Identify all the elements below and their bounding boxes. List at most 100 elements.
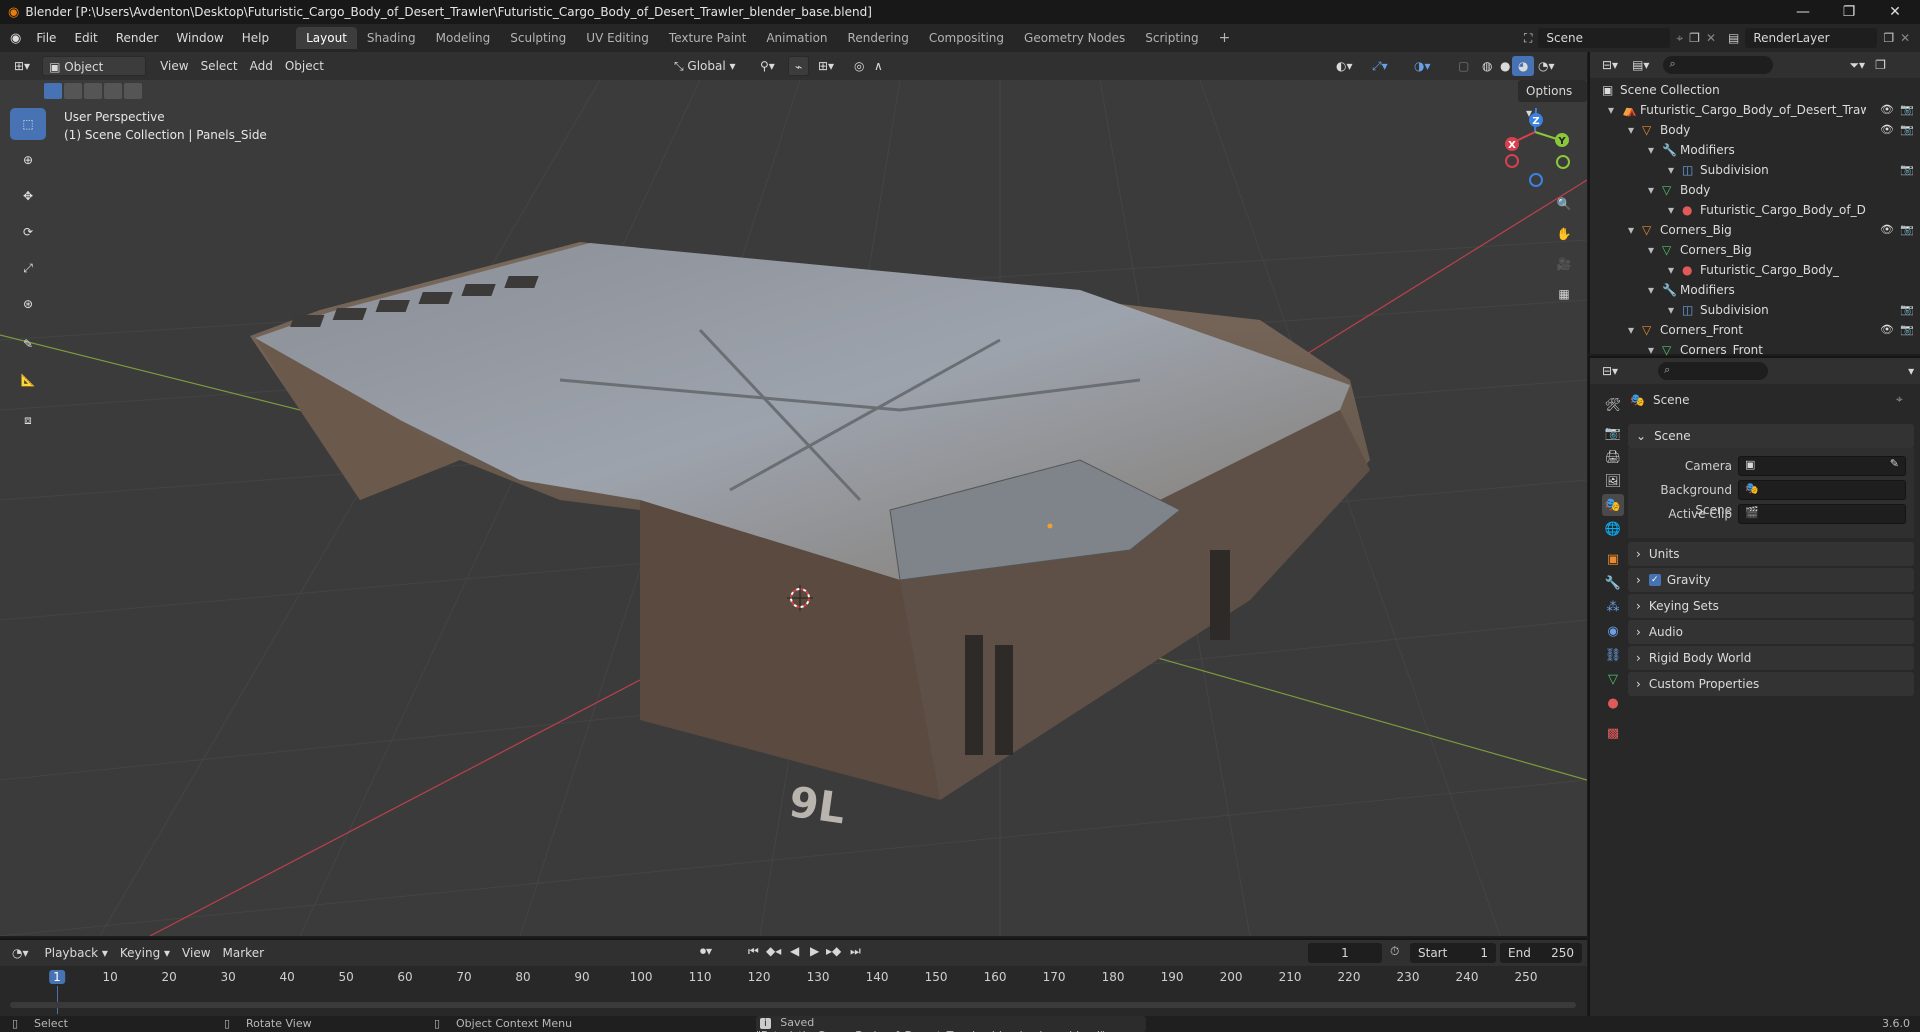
delete-scene-icon[interactable]: ✕ bbox=[1706, 31, 1716, 45]
menu-help[interactable]: Help bbox=[233, 27, 278, 49]
background-scene-field[interactable]: 🎭 bbox=[1738, 480, 1906, 500]
snap-target-icon[interactable]: ⊞▾ bbox=[812, 56, 840, 76]
render-camera-icon[interactable]: 📷 bbox=[1900, 120, 1914, 140]
outliner-row[interactable]: ▾ ⛺ Futuristic_Cargo_Body_of_Desert_Trawl 👁… bbox=[1590, 100, 1920, 120]
render-layer-field[interactable]: RenderLayer bbox=[1745, 28, 1878, 48]
expand-chevron-icon[interactable]: ▾ bbox=[1648, 140, 1654, 160]
gravity-checkbox[interactable]: ✓ bbox=[1648, 574, 1661, 586]
menu-render[interactable]: Render bbox=[107, 27, 168, 49]
outliner-row[interactable]: ▾ ▽ Body 👁 📷 bbox=[1590, 120, 1920, 140]
render-camera-icon[interactable]: 📷 bbox=[1900, 220, 1914, 240]
select-box-tool-icon[interactable]: ⬚ bbox=[10, 108, 46, 140]
pan-hand-icon[interactable]: ✋ bbox=[1552, 222, 1576, 246]
outliner-row[interactable]: ▾ ▽ Corners_Big bbox=[1590, 240, 1920, 260]
expand-chevron-icon[interactable]: ▾ bbox=[1668, 300, 1674, 320]
tab-scripting[interactable]: Scripting bbox=[1135, 27, 1208, 49]
outliner-editor-icon[interactable]: ⊟▾ bbox=[1602, 58, 1618, 72]
transform-tool-icon[interactable]: ⊛ bbox=[10, 288, 46, 320]
outliner-row[interactable]: ▾ ● Futuristic_Cargo_Body_ bbox=[1590, 260, 1920, 280]
camera-field[interactable]: ▣ ✎ bbox=[1738, 456, 1906, 476]
view-layer-selector[interactable]: ▤ RenderLayer ❐ ✕ bbox=[1728, 27, 1916, 49]
annotate-tool-icon[interactable]: ✎ bbox=[10, 328, 46, 360]
selectability-icon[interactable]: ◐▾ bbox=[1330, 56, 1359, 76]
properties-search-field[interactable]: ⌕ bbox=[1658, 362, 1769, 380]
rendered-shading-icon[interactable]: ◔▾ bbox=[1532, 56, 1561, 76]
add-cube-tool-icon[interactable]: ⧈ bbox=[10, 404, 46, 436]
tab-rendering[interactable]: Rendering bbox=[838, 27, 919, 49]
object-tab-icon[interactable]: ▣ bbox=[1602, 548, 1624, 570]
maximize-button[interactable]: ❐ bbox=[1826, 0, 1872, 24]
measure-tool-icon[interactable]: 📐 bbox=[10, 364, 46, 396]
pin-icon[interactable]: ⌖ bbox=[1896, 392, 1903, 407]
xray-toggle-icon[interactable]: ▢ bbox=[1452, 56, 1475, 76]
visibility-eye-icon[interactable]: 👁 bbox=[1880, 120, 1894, 140]
editor-type-icon[interactable]: ⊞▾ bbox=[8, 56, 36, 76]
outliner-row[interactable]: ▾ ● Futuristic_Cargo_Body_of_D bbox=[1590, 200, 1920, 220]
expand-chevron-icon[interactable]: ▾ bbox=[1648, 180, 1654, 200]
minimize-button[interactable]: — bbox=[1780, 0, 1826, 24]
close-button[interactable]: ✕ bbox=[1872, 0, 1918, 24]
pin-icon[interactable]: ⌖ bbox=[1676, 31, 1683, 46]
expand-chevron-icon[interactable]: ▾ bbox=[1668, 160, 1674, 180]
tab-layout[interactable]: Layout bbox=[296, 27, 357, 49]
render-tab-icon[interactable]: 📷 bbox=[1602, 422, 1624, 444]
navigation-gizmo[interactable]: Z Y X bbox=[1505, 107, 1570, 187]
add-workspace-button[interactable]: + bbox=[1209, 27, 1241, 49]
material-tab-icon[interactable]: ● bbox=[1602, 692, 1624, 714]
eyedropper-icon[interactable]: ✎ bbox=[1890, 457, 1899, 470]
select-extend-icon[interactable] bbox=[64, 83, 82, 99]
keying-sets-panel-header[interactable]: › Keying Sets bbox=[1628, 594, 1914, 618]
menu-edit[interactable]: Edit bbox=[65, 27, 106, 49]
new-collection-icon[interactable]: ❐ bbox=[1875, 58, 1886, 72]
filter-icon[interactable]: ⏷▾ bbox=[1849, 58, 1865, 73]
texture-tab-icon[interactable]: ▩ bbox=[1602, 722, 1624, 744]
options-dropdown[interactable]: Options ▾ bbox=[1518, 80, 1587, 120]
active-clip-field[interactable]: 🎬 bbox=[1738, 504, 1906, 524]
scene-selector[interactable]: ⛶ Scene ⌖ ❐ ✕ bbox=[1524, 27, 1724, 49]
select-invert-icon[interactable] bbox=[104, 83, 122, 99]
collapse-icon[interactable]: ▾ bbox=[1908, 364, 1914, 378]
visibility-eye-icon[interactable]: 👁 bbox=[1880, 220, 1894, 240]
new-layer-icon[interactable]: ❐ bbox=[1883, 31, 1894, 45]
audio-panel-header[interactable]: › Audio bbox=[1628, 620, 1914, 644]
properties-editor-icon[interactable]: ⊟▾ bbox=[1602, 364, 1618, 378]
cursor-tool-icon[interactable]: ⊕ bbox=[10, 144, 46, 176]
render-camera-icon[interactable]: 📷 bbox=[1900, 160, 1914, 180]
menu-add[interactable]: Add bbox=[244, 56, 279, 76]
output-tab-icon[interactable]: 🖨 bbox=[1602, 446, 1624, 468]
menu-select[interactable]: Select bbox=[195, 56, 244, 76]
particles-tab-icon[interactable]: ⁂ bbox=[1602, 596, 1624, 618]
custom-properties-panel-header[interactable]: › Custom Properties bbox=[1628, 672, 1914, 696]
outliner-row[interactable]: ▾ 🔧 Modifiers bbox=[1590, 140, 1920, 160]
outliner-row[interactable]: ▾ ◫ Subdivision 📷 bbox=[1590, 300, 1920, 320]
modifier-tab-icon[interactable]: 🔧 bbox=[1602, 572, 1624, 594]
tab-modeling[interactable]: Modeling bbox=[426, 27, 501, 49]
tab-geometry-nodes[interactable]: Geometry Nodes bbox=[1014, 27, 1135, 49]
tab-compositing[interactable]: Compositing bbox=[919, 27, 1014, 49]
rigid-body-world-panel-header[interactable]: › Rigid Body World bbox=[1628, 646, 1914, 670]
new-scene-icon[interactable]: ❐ bbox=[1689, 31, 1700, 45]
move-tool-icon[interactable]: ✥ bbox=[10, 180, 46, 212]
expand-chevron-icon[interactable]: ▾ bbox=[1668, 200, 1674, 220]
expand-chevron-icon[interactable]: ▾ bbox=[1628, 320, 1634, 340]
select-new-icon[interactable] bbox=[44, 83, 62, 99]
overlays-toggle-icon[interactable]: ◑▾ bbox=[1408, 56, 1437, 76]
outliner-row[interactable]: ▾ 🔧 Modifiers bbox=[1590, 280, 1920, 300]
expand-chevron-icon[interactable]: ▾ bbox=[1648, 280, 1654, 300]
outliner-row[interactable]: ▾ ▽ Corners_Big 👁 📷 bbox=[1590, 220, 1920, 240]
render-camera-icon[interactable]: 📷 bbox=[1900, 320, 1914, 340]
menu-file[interactable]: File bbox=[27, 27, 65, 49]
menu-window[interactable]: Window bbox=[167, 27, 232, 49]
render-camera-icon[interactable]: 📷 bbox=[1900, 300, 1914, 320]
scene-tab-icon[interactable]: 🎭 bbox=[1602, 494, 1624, 516]
data-tab-icon[interactable]: ▽ bbox=[1602, 668, 1624, 690]
blender-menu-icon[interactable]: ◉ bbox=[10, 31, 21, 46]
expand-chevron-icon[interactable]: ▾ bbox=[1628, 120, 1634, 140]
falloff-icon[interactable]: ∧ bbox=[868, 56, 889, 76]
camera-view-icon[interactable]: 🎥 bbox=[1552, 252, 1576, 276]
gravity-panel-header[interactable]: › ✓ Gravity bbox=[1628, 568, 1914, 592]
timeline-scrollbar[interactable] bbox=[10, 1002, 1576, 1008]
outliner-row[interactable]: ▾ ▽ Corners_Front 👁 📷 bbox=[1590, 320, 1920, 340]
render-camera-icon[interactable]: 📷 bbox=[1900, 100, 1914, 120]
scene-name-field[interactable]: Scene bbox=[1538, 28, 1671, 48]
